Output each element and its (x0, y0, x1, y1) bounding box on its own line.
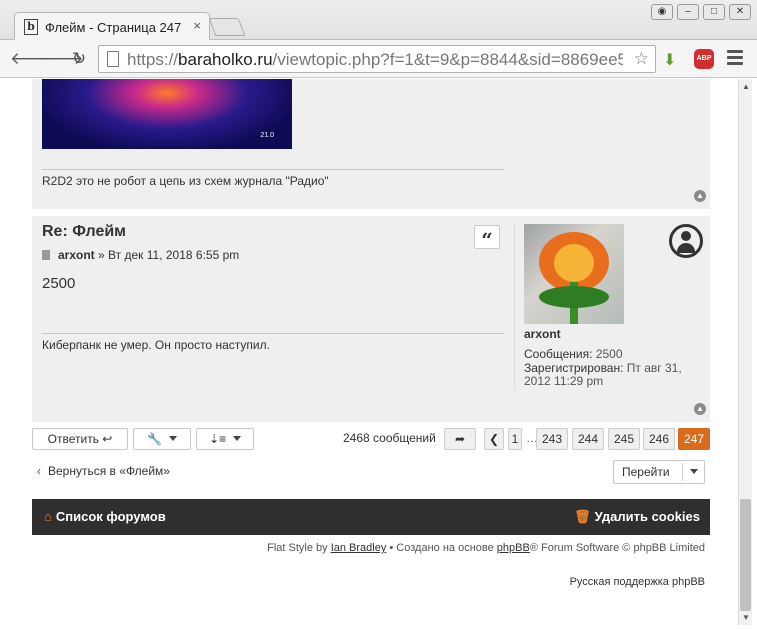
page-link[interactable]: 243 (536, 428, 568, 450)
page-link[interactable]: 244 (572, 428, 604, 450)
trash-icon: 🗑 (574, 509, 591, 524)
download-extension-icon[interactable]: ⬇ (663, 50, 679, 69)
jump-to-page-button[interactable]: ➦ (444, 428, 476, 450)
home-icon: ⌂ (44, 509, 52, 524)
address-bar[interactable]: https://baraholko.ru/viewtopic.php?f=1&t… (98, 45, 656, 73)
forward-arrow-icon[interactable]: 🡒 (38, 48, 84, 70)
browser-tab[interactable]: b Флейм - Страница 247 × (14, 12, 210, 40)
profile-posts-value[interactable]: 2500 (596, 347, 623, 361)
reply-button[interactable]: Ответить ↩ (32, 428, 128, 450)
profile-registered: Зарегистрирован: Пт авг 31, 2012 11:29 p… (524, 361, 682, 388)
reload-icon[interactable]: ↻ (68, 48, 90, 70)
chevron-down-icon (690, 469, 698, 474)
post-date: » Вт дек 11, 2018 6:55 pm (98, 248, 240, 262)
close-window-button[interactable]: ✕ (729, 4, 751, 20)
post-image: 21.0 (42, 79, 292, 149)
topic-tools-button[interactable]: 🔧 (133, 428, 191, 450)
image-badge: 21.0 (260, 132, 274, 139)
post: Re: Флейм “ arxont » Вт дек 11, 2018 6:5… (32, 216, 710, 422)
signature-divider (42, 333, 504, 334)
page-icon (107, 51, 119, 67)
profile-posts: Сообщения: 2500 (524, 347, 623, 361)
action-bar: Ответить ↩ 🔧 ⇣≡ 2468 сообщений ➦ ❮ 1 … 2… (32, 428, 710, 450)
post-author[interactable]: arxont (58, 248, 95, 262)
delete-cookies-link[interactable]: 🗑 Удалить cookies (574, 509, 700, 525)
avatar (524, 224, 624, 324)
signature-text: Киберпанк не умер. Он просто наступил. (42, 338, 270, 352)
vertical-scrollbar[interactable]: ▲ ▼ (738, 79, 752, 625)
page-link[interactable]: 1 (508, 428, 522, 450)
scrollbar-thumb[interactable] (740, 499, 751, 611)
back-to-top-icon[interactable]: ▲ (694, 190, 706, 202)
post-title[interactable]: Re: Флейм (42, 223, 126, 241)
close-tab-icon[interactable]: × (193, 18, 201, 33)
forum-index-link[interactable]: ⌂ Список форумов (44, 509, 166, 524)
tab-title: Флейм - Страница 247 (45, 20, 182, 35)
back-arrow-icon[interactable]: 🡐 (10, 48, 56, 70)
signature-text: R2D2 это не робот а цепь из схем журнала… (42, 174, 329, 188)
back-to-forum-link[interactable]: ‹ Вернуться в «Флейм» (37, 464, 170, 478)
new-tab-button[interactable] (208, 18, 246, 36)
style-author-link[interactable]: Ian Bradley (331, 542, 387, 554)
previous-post: 21.0 R2D2 это не робот а цепь из схем жу… (32, 79, 710, 209)
adblock-extension-icon[interactable]: ABP (694, 49, 714, 69)
jump-to-button[interactable]: Перейти (613, 460, 705, 484)
scroll-down-icon[interactable]: ▼ (742, 613, 750, 622)
footer-credits: Flat Style by Ian Bradley • Создано на о… (267, 542, 705, 554)
page-link[interactable]: 245 (608, 428, 640, 450)
footer-nav: ⌂ Список форумов 🗑 Удалить cookies (32, 499, 710, 535)
sort-icon: ⇣≡ (209, 432, 227, 446)
browser-titlebar: b Флейм - Страница 247 × ◉ – □ ✕ (0, 0, 757, 40)
page-link[interactable]: 246 (643, 428, 675, 450)
prev-page-button[interactable]: ❮ (484, 428, 504, 450)
window-controls: ◉ – □ ✕ (651, 4, 751, 20)
bookmark-star-icon[interactable]: ☆ (634, 49, 649, 69)
post-meta: arxont » Вт дек 11, 2018 6:55 pm (42, 248, 239, 262)
post-body: 2500 (42, 275, 76, 292)
browser-menu-icon[interactable] (727, 50, 743, 68)
page-viewport: 21.0 R2D2 это не робот а цепь из схем жу… (0, 79, 738, 629)
post-icon[interactable] (42, 250, 50, 260)
signature-divider (42, 169, 504, 170)
quote-button[interactable]: “ (474, 225, 500, 252)
profile-username[interactable]: arxont (524, 327, 561, 341)
scroll-up-icon[interactable]: ▲ (742, 82, 750, 91)
user-profile-icon[interactable] (669, 224, 703, 258)
post-profile: arxont Сообщения: 2500 Зарегистрирован: … (514, 224, 704, 390)
back-to-top-icon[interactable]: ▲ (694, 403, 706, 415)
site-favicon-icon: b (24, 19, 38, 35)
post-count: 2468 сообщений (343, 431, 436, 445)
sort-button[interactable]: ⇣≡ (196, 428, 254, 450)
url-text[interactable]: https://baraholko.ru/viewtopic.php?f=1&t… (127, 50, 623, 70)
language-credits: Русская поддержка phpBB (569, 576, 705, 588)
minimize-button[interactable]: – (677, 4, 699, 20)
chevron-left-icon: ‹ (37, 464, 41, 478)
current-page: 247 (678, 428, 710, 450)
wrench-icon: 🔧 (147, 432, 163, 446)
browser-toolbar: 🡐 🡒 ↻ https://baraholko.ru/viewtopic.php… (0, 40, 757, 78)
phpbb-link[interactable]: phpBB (497, 542, 530, 554)
maximize-button[interactable]: □ (703, 4, 725, 20)
user-profile-icon[interactable]: ◉ (651, 4, 673, 20)
